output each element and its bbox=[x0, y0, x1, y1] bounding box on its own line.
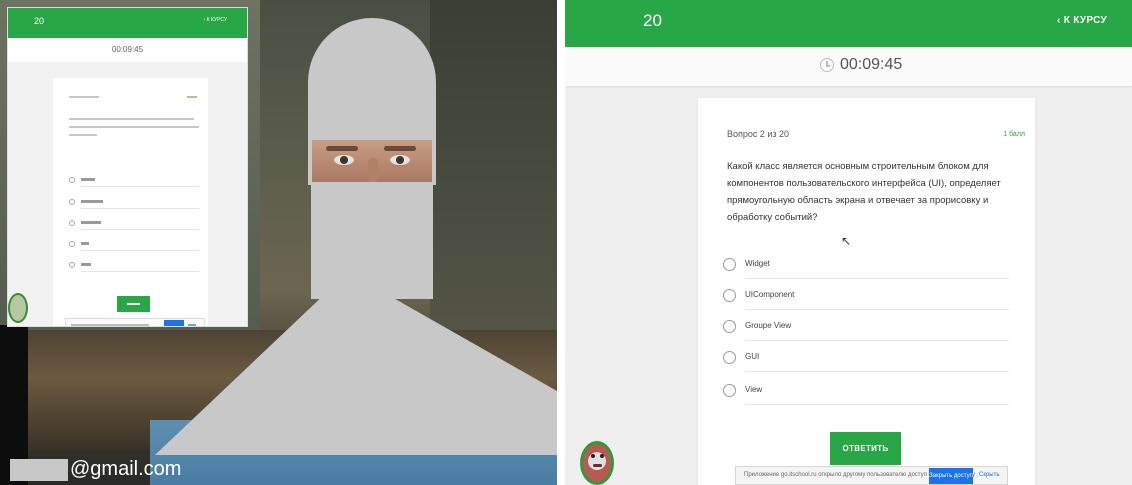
option-label: Widget bbox=[745, 259, 770, 268]
stop-sharing-button[interactable]: Закрыть доступ bbox=[929, 468, 973, 484]
person-eyes bbox=[312, 140, 432, 182]
eye bbox=[334, 155, 354, 165]
option-label: View bbox=[745, 385, 763, 394]
redaction-face bbox=[311, 182, 433, 299]
inset-question-line bbox=[69, 126, 199, 128]
inset-option bbox=[69, 261, 199, 272]
option-divider bbox=[745, 278, 1009, 279]
nose bbox=[368, 158, 378, 182]
inset-question-line bbox=[69, 118, 194, 120]
answer-option-view[interactable]: View bbox=[723, 379, 1009, 405]
clock-icon bbox=[820, 58, 834, 72]
timer: 00:09:45 bbox=[840, 56, 903, 73]
answer-option-gui[interactable]: GUI bbox=[723, 346, 1009, 372]
radio-button[interactable] bbox=[723, 320, 736, 333]
answer-option-uicomponent[interactable]: UIComponent bbox=[723, 284, 1009, 310]
eyebrow bbox=[384, 146, 416, 151]
question-number: 20 bbox=[643, 11, 662, 30]
inset-question-number: 20 bbox=[34, 16, 45, 26]
inset-screen-capture: 20 ‹ К КУРСУ 00:09:45 bbox=[7, 7, 248, 327]
inset-question-line bbox=[69, 134, 97, 136]
option-divider bbox=[745, 371, 1009, 372]
question-card: Вопрос 2 из 20 1 балл Какой класс являет… bbox=[698, 98, 1035, 485]
quiz-page: 20 ‹ К КУРСУ 00:09:45 Вопрос 2 из 20 1 б… bbox=[565, 0, 1132, 485]
answer-option-widget[interactable]: Widget bbox=[723, 253, 1009, 279]
redaction-head-edge bbox=[432, 140, 436, 185]
answer-option-groupe-view[interactable]: Groupe View bbox=[723, 315, 1009, 341]
redaction-email-prefix bbox=[10, 459, 68, 481]
back-to-course-link[interactable]: ‹ К КУРСУ bbox=[1057, 15, 1107, 26]
option-label: UIComponent bbox=[745, 290, 795, 299]
question-text: Какой класс является основным строительн… bbox=[727, 161, 1001, 223]
answer-button[interactable]: ОТВЕТИТЬ bbox=[830, 432, 901, 465]
screenshot-root: @gmail.com 20 ‹ К КУРСУ 00:09:45 20 ‹ К … bbox=[0, 0, 1132, 485]
screen-share-banner: Приложение go.itschool.ru открыло другом… bbox=[735, 466, 1008, 485]
radio-button[interactable] bbox=[723, 384, 736, 397]
top-bar: 20 ‹ К КУРСУ bbox=[565, 0, 1132, 47]
points-link[interactable]: 1 балл bbox=[1003, 131, 1025, 138]
option-divider bbox=[745, 340, 1009, 341]
radio-button[interactable] bbox=[723, 258, 736, 271]
redaction-head bbox=[308, 18, 436, 143]
option-label: Groupe View bbox=[745, 321, 792, 330]
inset-option bbox=[69, 219, 199, 230]
option-divider bbox=[745, 309, 1009, 310]
inset-avatar bbox=[8, 293, 28, 323]
inset-question-card bbox=[53, 78, 208, 326]
inset-option bbox=[69, 176, 199, 187]
option-label: GUI bbox=[745, 352, 760, 361]
inset-back-link: ‹ К КУРСУ bbox=[203, 17, 227, 23]
eye bbox=[390, 155, 410, 165]
inset-answer-button bbox=[117, 296, 150, 312]
timer-bar: 00:09:45 bbox=[565, 47, 1132, 86]
inset-timer: 00:09:45 bbox=[8, 38, 247, 62]
user-avatar[interactable] bbox=[580, 441, 614, 485]
inset-link bbox=[187, 96, 197, 98]
inset-option bbox=[69, 198, 199, 209]
question-counter: Вопрос 2 из 20 bbox=[727, 129, 790, 139]
inset-share-banner bbox=[65, 318, 205, 326]
inset-option bbox=[69, 240, 199, 251]
hide-banner-link[interactable]: Скрыть bbox=[979, 472, 999, 478]
radio-button[interactable] bbox=[723, 289, 736, 302]
mouse-cursor-icon: ↖ bbox=[841, 234, 852, 248]
radio-button[interactable] bbox=[723, 351, 736, 364]
webcam-feed: @gmail.com 20 ‹ К КУРСУ 00:09:45 bbox=[0, 0, 557, 485]
inset-counter bbox=[69, 96, 99, 98]
inset-topbar: 20 ‹ К КУРСУ bbox=[8, 8, 247, 38]
option-divider bbox=[745, 404, 1009, 405]
email-overlay: @gmail.com bbox=[70, 458, 182, 480]
eyebrow bbox=[326, 146, 358, 151]
